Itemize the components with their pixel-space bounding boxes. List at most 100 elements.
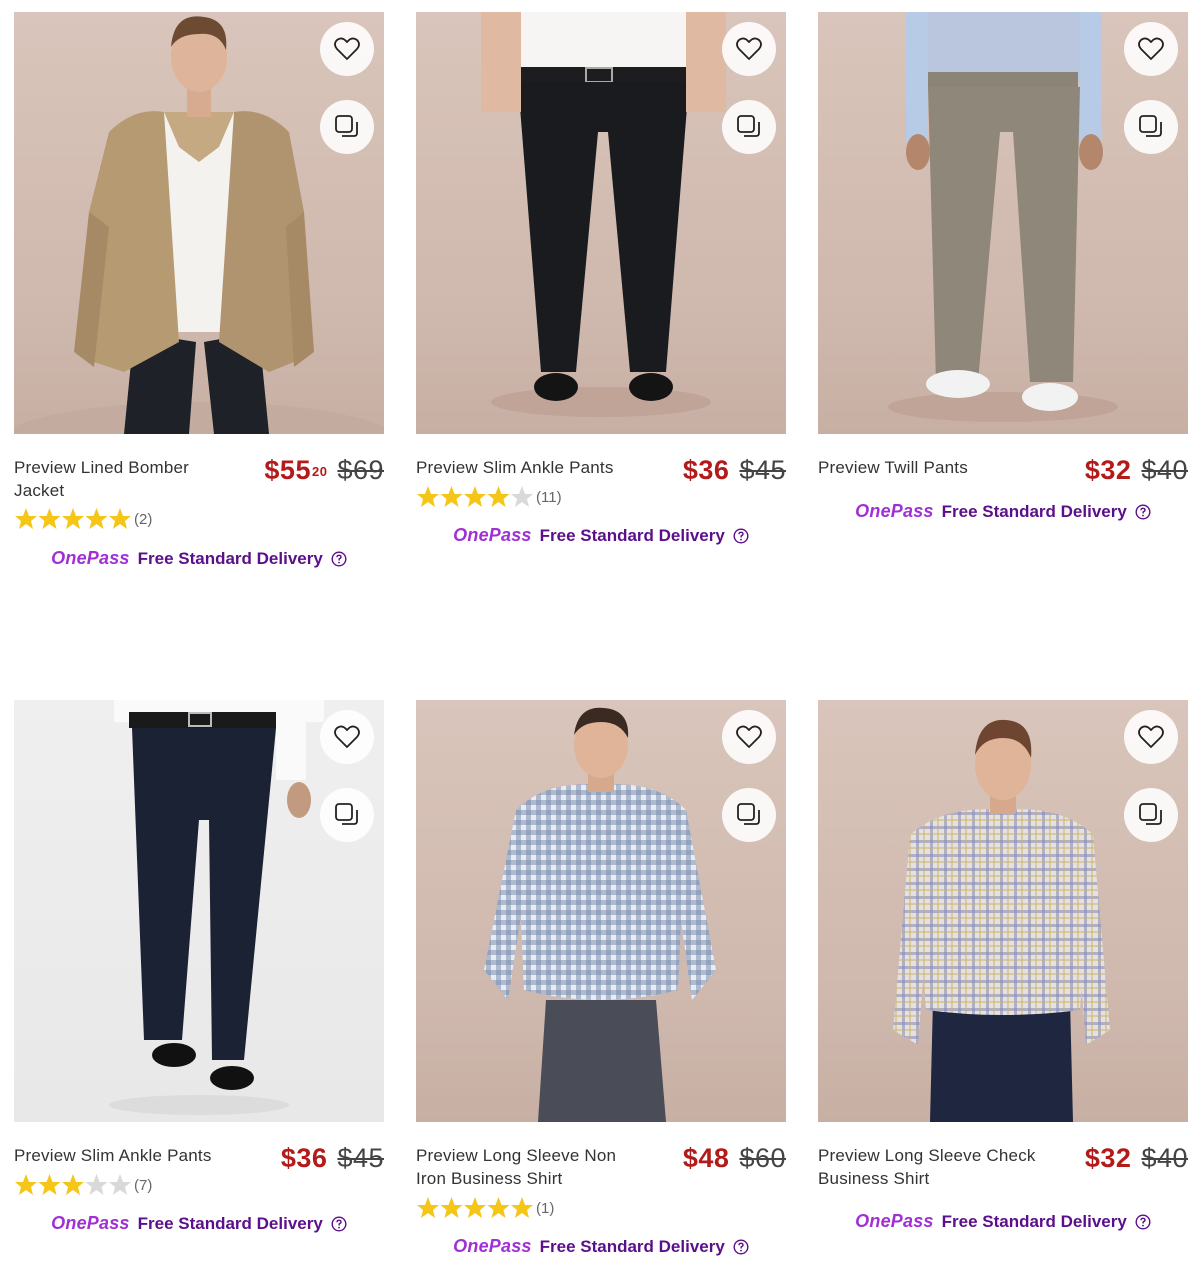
delivery-banner: OnePass Free Standard Delivery (416, 1236, 786, 1257)
product-image[interactable] (818, 12, 1188, 434)
wishlist-button[interactable] (722, 710, 776, 764)
was-price: $45 (739, 455, 786, 485)
delivery-text: Free Standard Delivery (941, 501, 1127, 521)
product-info: Preview Long Sleeve Check Business Shirt… (818, 1122, 1188, 1262)
was-price: $40 (1141, 1143, 1188, 1173)
help-circle-icon[interactable] (1135, 503, 1151, 520)
delivery-banner: OnePass Free Standard Delivery (14, 548, 384, 569)
sale-price: $32 (1084, 455, 1132, 485)
delivery-text: Free Standard Delivery (137, 548, 323, 568)
help-circle-icon[interactable] (331, 550, 347, 567)
onepass-logo: OnePass (51, 548, 130, 568)
product-name[interactable]: Preview Lined Bomber Jacket (14, 456, 219, 502)
product-name[interactable]: Preview Long Sleeve Check Business Shirt (818, 1144, 1053, 1190)
compare-button[interactable] (1124, 788, 1178, 842)
rating-stars (15, 1174, 131, 1195)
review-count[interactable]: (11) (536, 489, 562, 506)
product-card[interactable]: Preview Lined Bomber Jacket $5520 $69 (2… (14, 12, 384, 700)
sale-price: $32 (1084, 1143, 1132, 1173)
delivery-text: Free Standard Delivery (539, 525, 725, 545)
product-card[interactable]: Preview Twill Pants $32 $40 OnePass Free… (818, 12, 1188, 700)
star-rating: (11) (416, 485, 562, 509)
sale-price: $5520 (264, 455, 328, 485)
compare-icon (737, 115, 760, 137)
delivery-banner: OnePass Free Standard Delivery (14, 1213, 384, 1234)
delivery-banner: OnePass Free Standard Delivery (818, 1211, 1188, 1232)
review-count[interactable]: (2) (134, 511, 152, 528)
product-name[interactable]: Preview Long Sleeve Non Iron Business Sh… (416, 1144, 621, 1190)
delivery-text: Free Standard Delivery (941, 1211, 1127, 1231)
product-image[interactable] (818, 700, 1188, 1122)
price-block: $36 $45 (683, 454, 786, 486)
product-info: Preview Twill Pants $32 $40 OnePass Free… (818, 434, 1188, 574)
product-grid: Preview Lined Bomber Jacket $5520 $69 (2… (14, 12, 1189, 1274)
product-image[interactable] (14, 700, 384, 1122)
product-image[interactable] (416, 12, 786, 434)
onepass-logo: OnePass (51, 1213, 130, 1233)
star-rating: (7) (14, 1173, 152, 1197)
compare-button[interactable] (320, 788, 374, 842)
product-name[interactable]: Preview Slim Ankle Pants (416, 456, 621, 479)
sale-price: $36 (280, 1143, 328, 1173)
onepass-logo: OnePass (855, 1211, 934, 1231)
heart-icon (334, 725, 360, 748)
wishlist-button[interactable] (1124, 22, 1178, 76)
was-price: $40 (1141, 455, 1188, 485)
heart-icon (1138, 725, 1164, 748)
sale-price: $36 (682, 455, 730, 485)
sale-price: $48 (682, 1143, 730, 1173)
price-block: $36 $45 (281, 1142, 384, 1174)
price-block: $32 $40 (1085, 454, 1188, 486)
compare-icon (335, 803, 358, 825)
delivery-text: Free Standard Delivery (539, 1236, 725, 1256)
heart-icon (736, 725, 762, 748)
compare-button[interactable] (320, 100, 374, 154)
compare-icon (1139, 115, 1162, 137)
was-price: $60 (739, 1143, 786, 1173)
onepass-logo: OnePass (453, 1236, 532, 1256)
delivery-text: Free Standard Delivery (137, 1213, 323, 1233)
wishlist-button[interactable] (320, 22, 374, 76)
review-count[interactable]: (7) (134, 1177, 152, 1194)
product-card[interactable]: Preview Long Sleeve Non Iron Business Sh… (416, 700, 786, 1274)
product-image[interactable] (14, 12, 384, 434)
star-rating: (1) (416, 1196, 554, 1220)
onepass-logo: OnePass (453, 525, 532, 545)
compare-button[interactable] (722, 100, 776, 154)
delivery-banner: OnePass Free Standard Delivery (416, 525, 786, 546)
product-card[interactable]: Preview Slim Ankle Pants $36 $45 (416, 12, 786, 700)
onepass-logo: OnePass (855, 501, 934, 521)
product-name[interactable]: Preview Twill Pants (818, 456, 1023, 479)
star-rating: (2) (14, 507, 152, 531)
review-count[interactable]: (1) (536, 1200, 554, 1217)
wishlist-button[interactable] (320, 710, 374, 764)
was-price: $45 (337, 1143, 384, 1173)
product-card[interactable]: Preview Slim Ankle Pants $36 $45 (14, 700, 384, 1274)
product-image[interactable] (416, 700, 786, 1122)
rating-stars (417, 486, 533, 507)
price-block: $48 $60 (683, 1142, 786, 1174)
help-circle-icon[interactable] (733, 527, 749, 544)
wishlist-button[interactable] (1124, 710, 1178, 764)
help-circle-icon[interactable] (331, 1215, 347, 1232)
help-circle-icon[interactable] (733, 1238, 749, 1255)
rating-stars (417, 1197, 533, 1218)
compare-icon (737, 803, 760, 825)
product-card[interactable]: Preview Long Sleeve Check Business Shirt… (818, 700, 1188, 1274)
product-info: Preview Slim Ankle Pants $36 $45 (416, 434, 786, 574)
compare-icon (1139, 803, 1162, 825)
rating-stars (15, 508, 131, 529)
wishlist-button[interactable] (722, 22, 776, 76)
help-circle-icon[interactable] (1135, 1213, 1151, 1230)
product-info: Preview Long Sleeve Non Iron Business Sh… (416, 1122, 786, 1262)
heart-icon (736, 37, 762, 60)
was-price: $69 (337, 455, 384, 485)
compare-button[interactable] (1124, 100, 1178, 154)
delivery-banner: OnePass Free Standard Delivery (818, 501, 1188, 522)
product-name[interactable]: Preview Slim Ankle Pants (14, 1144, 219, 1167)
product-info: Preview Slim Ankle Pants $36 $45 (14, 1122, 384, 1262)
heart-icon (1138, 37, 1164, 60)
compare-button[interactable] (722, 788, 776, 842)
price-block: $5520 $69 (264, 454, 384, 486)
compare-icon (335, 115, 358, 137)
